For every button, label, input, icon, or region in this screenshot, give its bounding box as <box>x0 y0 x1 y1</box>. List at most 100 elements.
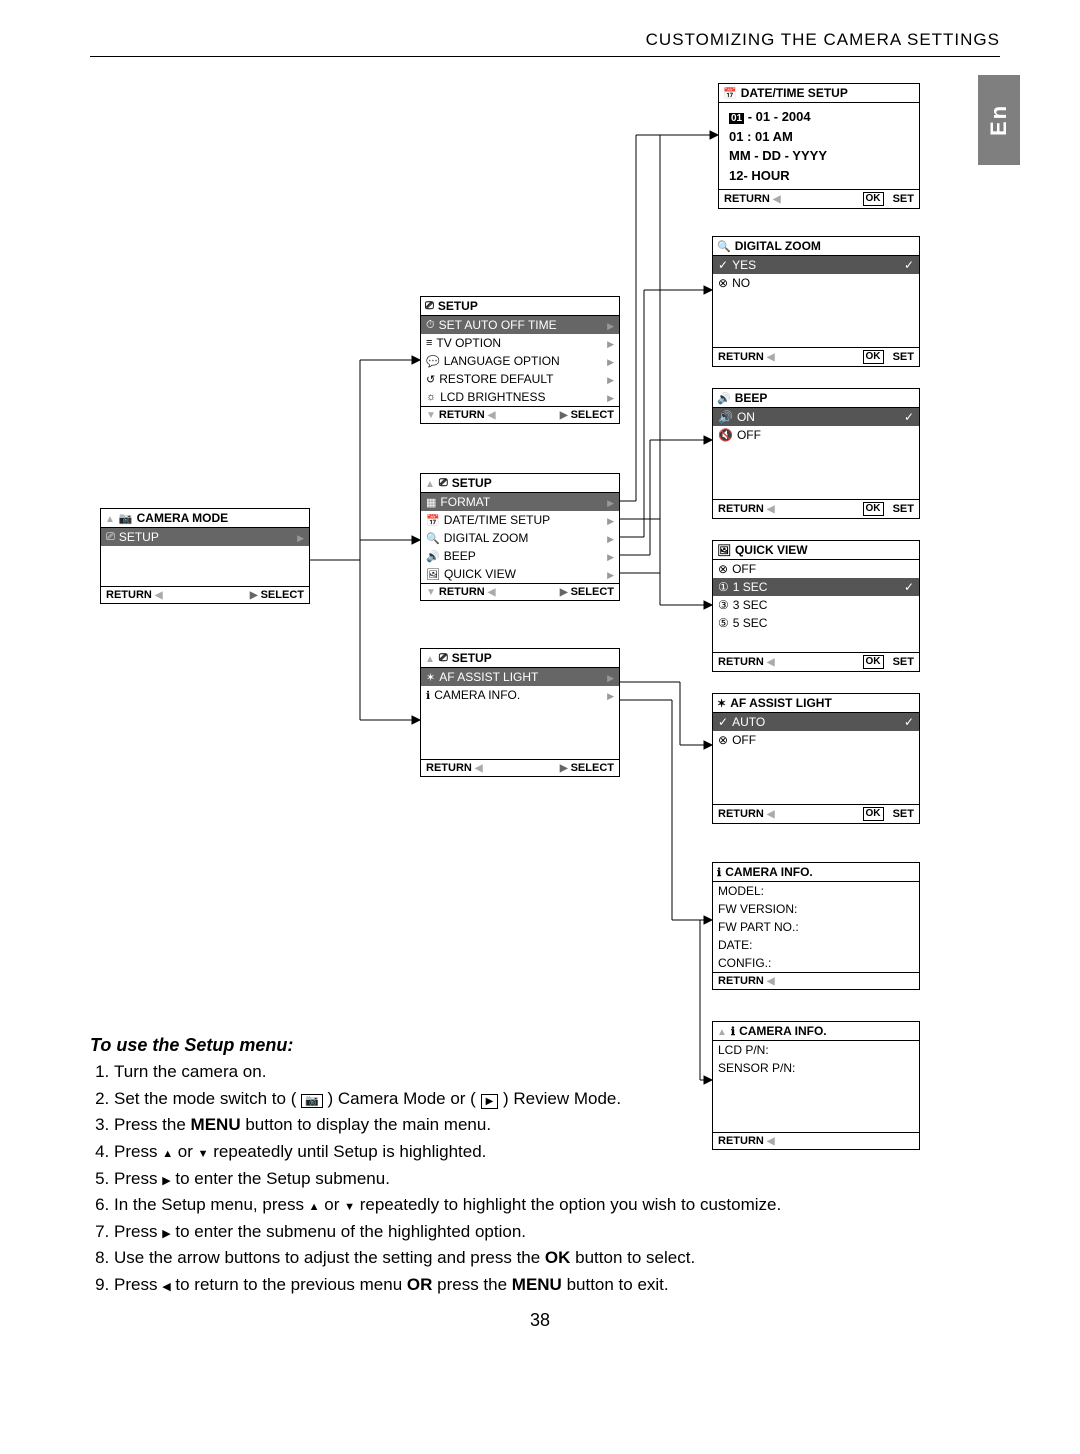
set-label[interactable]: SET <box>893 656 914 668</box>
ok-label[interactable]: OK <box>863 192 884 206</box>
return-label[interactable]: RETURN <box>718 503 764 515</box>
no-icon: ⊗ <box>718 733 728 747</box>
ok-label[interactable]: OK <box>863 655 884 669</box>
return-label[interactable]: RETURN <box>439 586 485 598</box>
set-label[interactable]: SET <box>893 808 914 820</box>
panel-datetime: 📅DATE/TIME SETUP 01 - 01 - 2004 01 : 01 … <box>718 83 920 209</box>
row-no[interactable]: ⊗NO <box>713 274 919 292</box>
row-auto-off[interactable]: ⏱SET AUTO OFF TIME <box>421 316 619 334</box>
row-auto[interactable]: ✓AUTO <box>713 713 919 731</box>
panel-setup-2: ⎚ SETUP ▦FORMAT 📅DATE/TIME SETUP 🔍DIGITA… <box>420 473 620 601</box>
sound-off-icon: 🔇 <box>718 428 733 442</box>
row-beep[interactable]: 🔊BEEP <box>421 547 619 565</box>
format-line: MM - DD - YYYY <box>729 146 909 166</box>
toggles-icon: ⎚ <box>439 652 448 665</box>
row-fw-version: FW VERSION: <box>713 900 919 918</box>
language-tab: En <box>978 75 1020 165</box>
toggles-icon: ⎚ <box>106 531 115 544</box>
chevron-right-icon <box>607 354 614 368</box>
panel-footer: RETURN OK SET <box>713 347 919 366</box>
ok-label[interactable]: OK <box>863 350 884 364</box>
day-field[interactable]: 01 <box>729 113 744 124</box>
row-yes[interactable]: ✓YES <box>713 256 919 274</box>
camera-icon: 📷 <box>119 512 133 525</box>
panel-title: ⎚ SETUP <box>421 649 619 668</box>
row-3sec[interactable]: ③3 SEC <box>713 596 919 614</box>
row-on[interactable]: 🔊ON <box>713 408 919 426</box>
page-header: CUSTOMIZING THE CAMERA SETTINGS <box>90 30 1000 50</box>
return-label[interactable]: RETURN <box>718 808 764 820</box>
check-icon <box>904 580 914 594</box>
panel-footer: RETURN OK SET <box>719 189 919 208</box>
panel-title: ✶AF ASSIST LIGHT <box>713 694 919 713</box>
panel-footer: RETURN SELECT <box>101 586 309 603</box>
return-label[interactable]: RETURN <box>106 589 152 601</box>
row-datetime[interactable]: 📅DATE/TIME SETUP <box>421 511 619 529</box>
zoom-icon: 🔍 <box>717 240 731 253</box>
step-3: Press the MENU button to display the mai… <box>114 1113 790 1138</box>
triangle-right-icon <box>560 409 568 421</box>
set-label[interactable]: SET <box>893 351 914 363</box>
toggles-icon: ⎚ <box>439 477 448 490</box>
row-date: DATE: <box>713 936 919 954</box>
return-label[interactable]: RETURN <box>724 193 770 205</box>
row-off[interactable]: ⊗OFF <box>713 560 919 578</box>
chevron-right-icon <box>607 372 614 386</box>
row-digital-zoom[interactable]: 🔍DIGITAL ZOOM <box>421 529 619 547</box>
triangle-up-icon <box>162 1142 173 1161</box>
chevron-right-icon <box>607 531 614 545</box>
return-label[interactable]: RETURN <box>718 656 764 668</box>
row-lcd-brightness[interactable]: ☼LCD BRIGHTNESS <box>421 388 619 406</box>
number-5-icon: ⑤ <box>718 616 729 630</box>
row-restore[interactable]: ↺RESTORE DEFAULT <box>421 370 619 388</box>
panel-title: 🔍DIGITAL ZOOM <box>713 237 919 256</box>
row-5sec[interactable]: ⑤5 SEC <box>713 614 919 632</box>
return-label[interactable]: RETURN <box>718 351 764 363</box>
panel-setup-3: ⎚ SETUP ✶AF ASSIST LIGHT ℹCAMERA INFO. R… <box>420 648 620 777</box>
no-icon: ⊗ <box>718 562 728 576</box>
ok-label[interactable]: OK <box>863 502 884 516</box>
row-af-assist[interactable]: ✶AF ASSIST LIGHT <box>421 668 619 686</box>
chevron-right-icon <box>607 567 614 581</box>
header-rule <box>90 56 1000 57</box>
row-camera-info[interactable]: ℹCAMERA INFO. <box>421 686 619 704</box>
check-icon: ✓ <box>718 715 728 729</box>
return-label[interactable]: RETURN <box>718 975 764 987</box>
set-label[interactable]: SET <box>893 193 914 205</box>
select-label[interactable]: SELECT <box>571 409 614 421</box>
select-label[interactable]: SELECT <box>571 586 614 598</box>
triangle-down-icon <box>426 409 436 421</box>
row-setup[interactable]: ⎚SETUP <box>101 528 309 546</box>
panel-setup-1: ⎚ SETUP ⏱SET AUTO OFF TIME ≡TV OPTION 💬L… <box>420 296 620 424</box>
panel-title: 🔊BEEP <box>713 389 919 408</box>
step-9: Press to return to the previous menu OR … <box>114 1273 790 1298</box>
set-label[interactable]: SET <box>893 503 914 515</box>
sound-on-icon: 🔊 <box>718 410 733 424</box>
return-label[interactable]: RETURN <box>426 762 472 774</box>
triangle-up-icon <box>309 1195 320 1214</box>
time-line: 01 : 01 AM <box>729 127 909 147</box>
triangle-left-icon <box>155 589 163 601</box>
row-format[interactable]: ▦FORMAT <box>421 493 619 511</box>
format-icon: ▦ <box>426 496 436 509</box>
panel-footer: RETURN SELECT <box>421 583 619 600</box>
ok-label[interactable]: OK <box>863 807 884 821</box>
panel-beep: 🔊BEEP 🔊ON 🔇OFF RETURN OK SET <box>712 388 920 519</box>
row-language[interactable]: 💬LANGUAGE OPTION <box>421 352 619 370</box>
return-label[interactable]: RETURN <box>439 409 485 421</box>
row-1sec[interactable]: ①1 SEC <box>713 578 919 596</box>
row-tv-option[interactable]: ≡TV OPTION <box>421 334 619 352</box>
row-quickview[interactable]: 🖼QUICK VIEW <box>421 565 619 583</box>
chevron-right-icon <box>607 688 614 702</box>
step-1: Turn the camera on. <box>114 1060 790 1085</box>
triangle-left-icon <box>488 409 496 421</box>
select-label[interactable]: SELECT <box>261 589 304 601</box>
panel-camera-mode: 📷 CAMERA MODE ⎚SETUP RETURN SELECT <box>100 508 310 604</box>
brightness-icon: ☼ <box>426 391 436 403</box>
row-off[interactable]: ⊗OFF <box>713 731 919 749</box>
menu-icon: ≡ <box>426 337 432 349</box>
calendar-icon: 📅 <box>426 514 440 527</box>
info-icon: ℹ <box>717 866 721 879</box>
select-label[interactable]: SELECT <box>571 762 614 774</box>
row-off[interactable]: 🔇OFF <box>713 426 919 444</box>
